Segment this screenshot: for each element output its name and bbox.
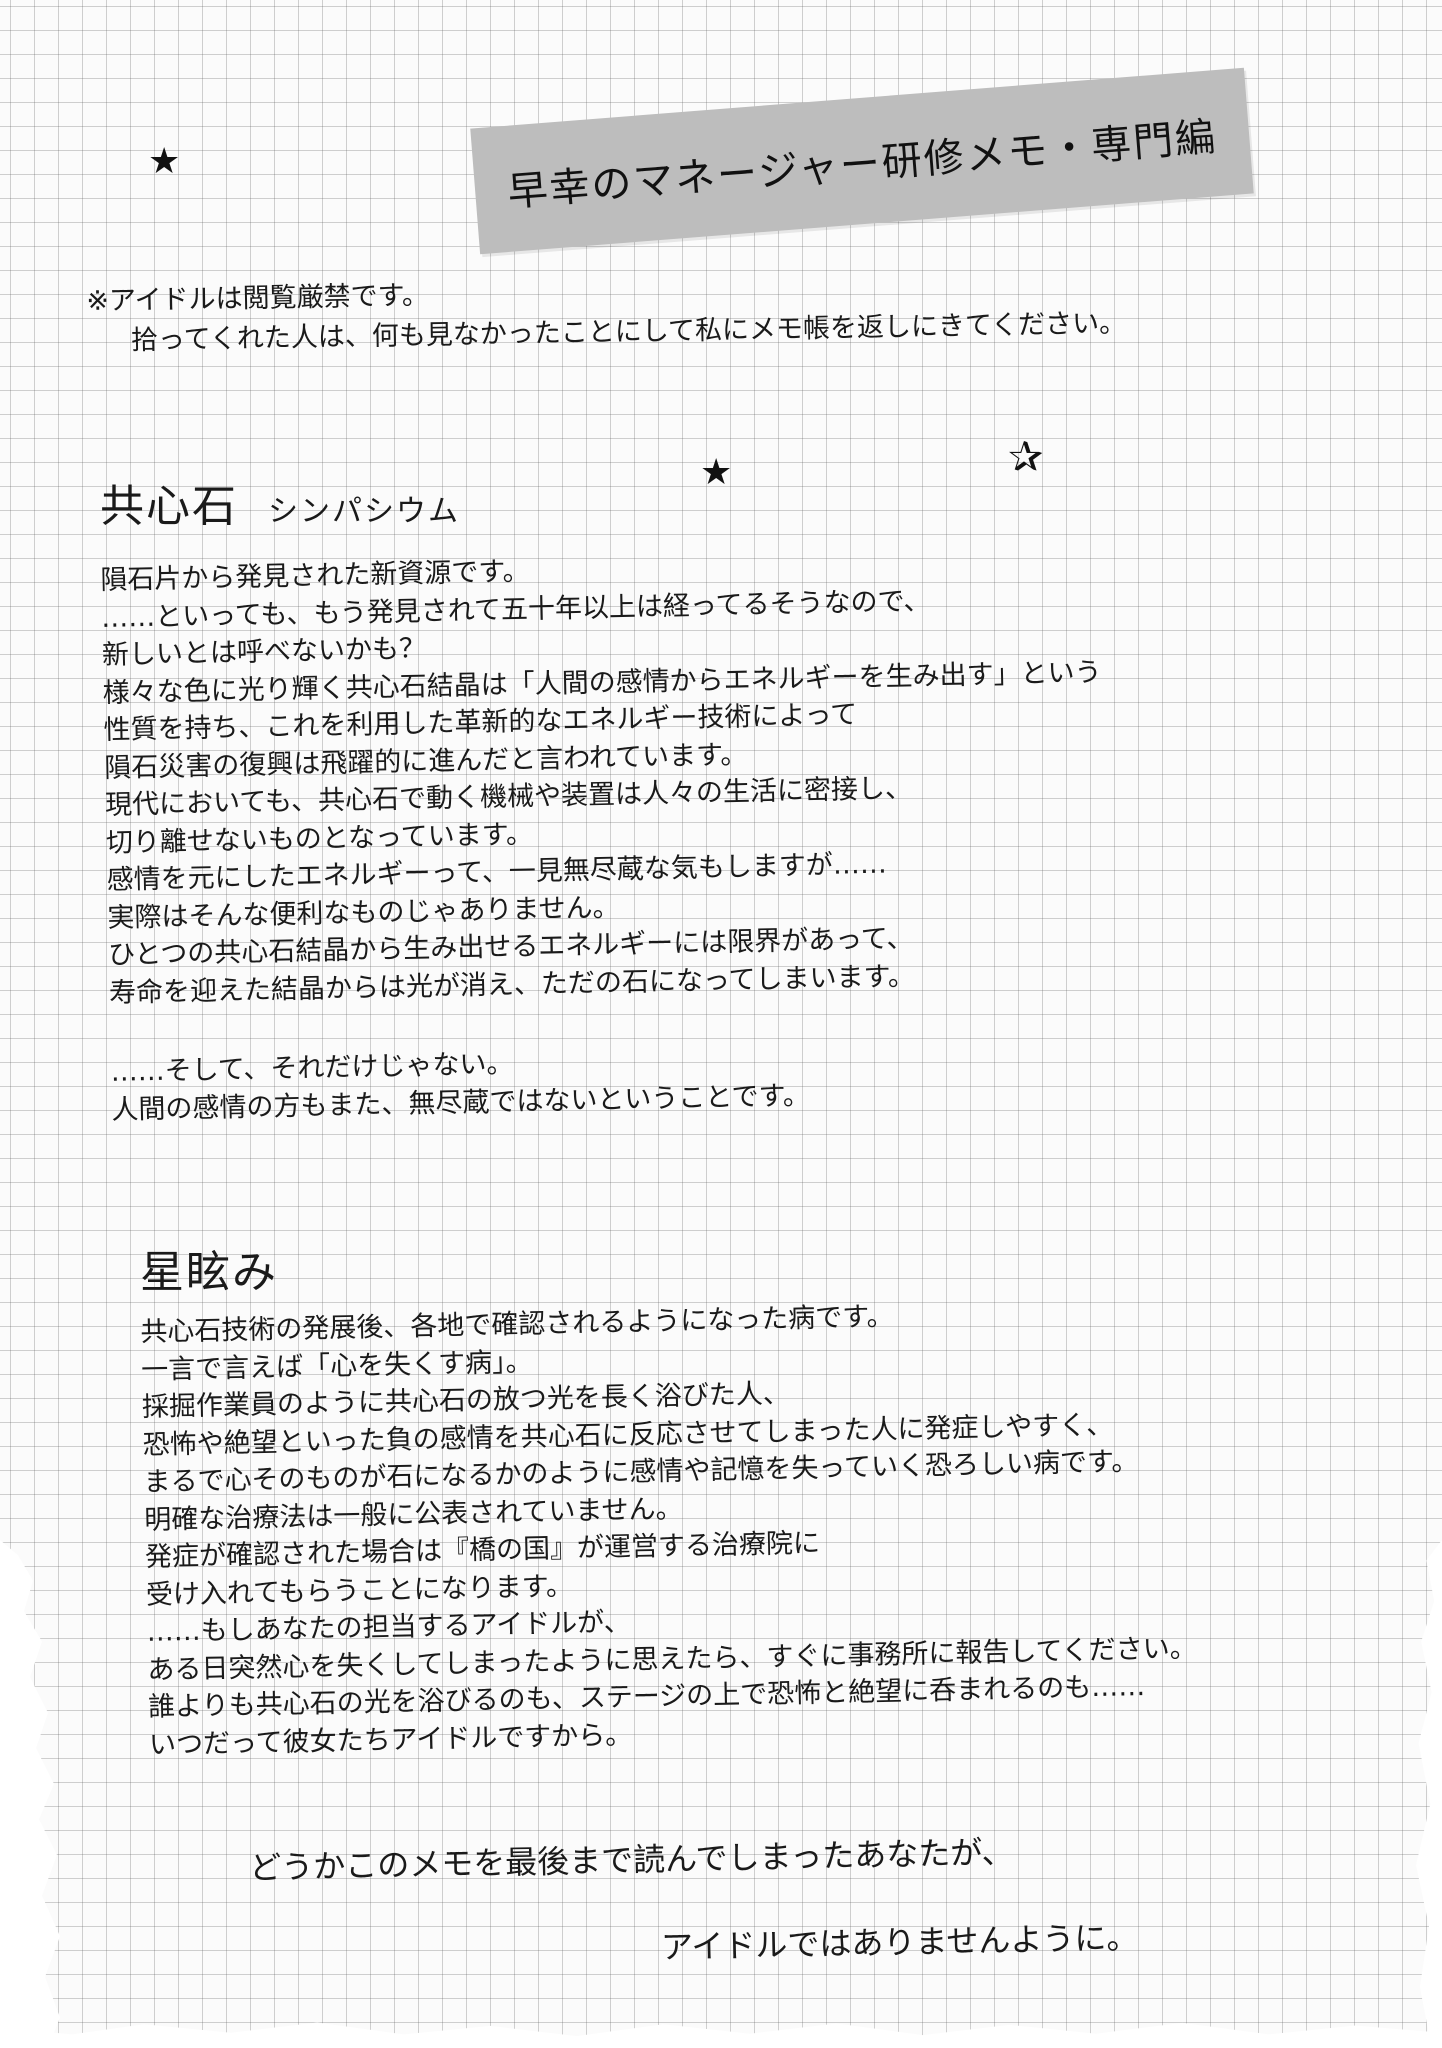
closing-line: どうかこのメモを最後まで読んでしまったあなたが、 <box>248 1832 1014 1887</box>
section-body-hoshikurami: 共心石技術の発展後、各地で確認されるようになった病です。 一言で言えば「心を失く… <box>140 1292 1199 1764</box>
star-icon: ★ <box>148 141 181 182</box>
section-heading-sympathium: 共心石 シンパシウム <box>100 470 460 534</box>
section-heading-hoshikurami: 星眩み <box>140 1236 278 1300</box>
closing-message: どうかこのメモを最後まで読んでしまったあなたが、 アイドルではありませんように。 <box>248 1789 1140 2016</box>
section-body-sympathium: 隕石片から発見された新資源です。 ……といっても、もう発見されて五十年以上は経っ… <box>100 541 1111 1129</box>
star-outline-icon: ✰ <box>1008 432 1044 481</box>
section-title: 星眩み <box>140 1247 278 1298</box>
section-title: 共心石 <box>100 481 238 532</box>
page-title: 早幸のマネージャー研修メモ・専門編 <box>505 114 1219 216</box>
section-reading: シンパシウム <box>268 494 460 529</box>
closing-line: アイドルではありませんように。 <box>660 1918 1139 1967</box>
star-icon: ★ <box>700 452 733 493</box>
